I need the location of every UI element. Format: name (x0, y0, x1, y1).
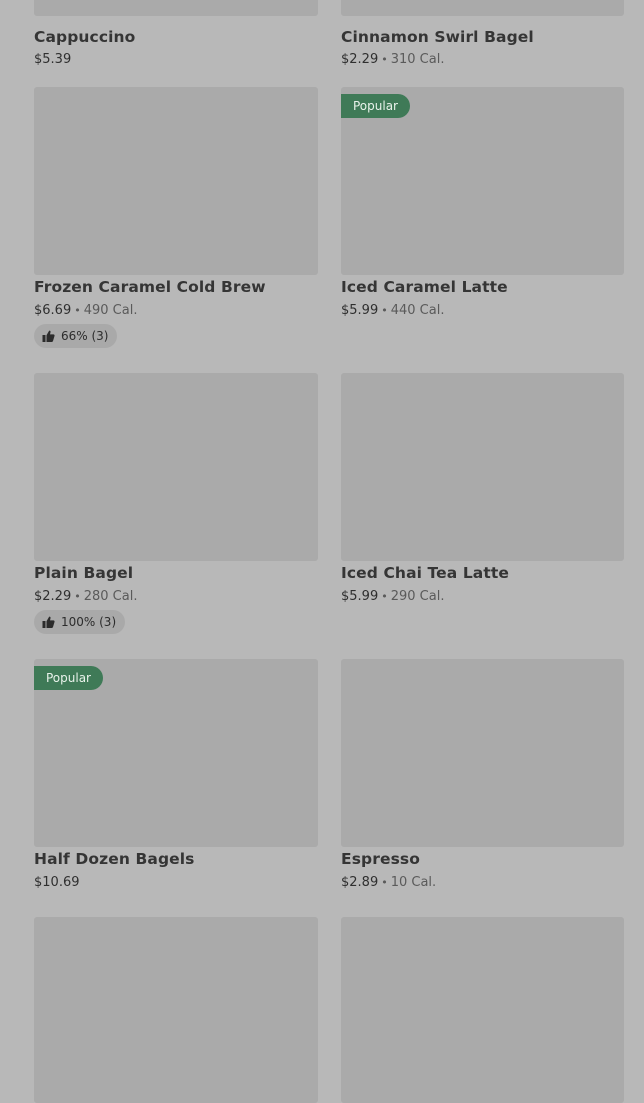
menu-grid: { "products": [ {"name": "Cappuccino", "… (0, 0, 644, 1103)
product-card[interactable] (341, 917, 624, 1103)
product-name[interactable]: Cinnamon Swirl Bagel (341, 28, 534, 46)
product-meta: $2.89 • 10 Cal. (341, 875, 436, 890)
meta-separator: • (381, 304, 388, 317)
rating-text: 66% (3) (61, 329, 109, 343)
product-card-iced-caramel-latte[interactable]: Popular Iced Caramel Latte $5.99 • 440 Cal… (341, 87, 624, 327)
rating-text: 100% (3) (61, 615, 117, 629)
product-calories: 440 Cal. (390, 303, 445, 318)
product-price: $2.29 (341, 52, 379, 67)
product-image[interactable] (341, 0, 624, 16)
product-card-half-dozen-bagels[interactable]: Popular Half Dozen Bagels $10.69 (34, 659, 318, 899)
product-card-iced-chai-tea-latte[interactable]: Iced Chai Tea Latte $5.99 • 290 Cal. (341, 373, 624, 613)
product-image[interactable] (34, 373, 318, 561)
product-meta: $5.99 • 290 Cal. (341, 589, 444, 604)
product-card-frozen-caramel-cold-brew[interactable]: Frozen Caramel Cold Brew $6.69 • 490 Cal. … (34, 87, 318, 349)
product-calories: 280 Cal. (83, 589, 138, 604)
product-card[interactable] (34, 917, 318, 1103)
product-calories: 310 Cal. (390, 52, 445, 67)
thumbs-up-icon (42, 330, 55, 342)
product-card-plain-bagel[interactable]: Plain Bagel $2.29 • 280 Cal. 100% (3) (34, 373, 318, 635)
product-calories: 290 Cal. (390, 589, 445, 604)
product-card-cinnamon-swirl-bagel[interactable]: Cinnamon Swirl Bagel $2.29 • 310 Cal. (341, 0, 624, 70)
product-price: $6.69 (34, 303, 72, 318)
rating-pill: 100% (3) (34, 610, 126, 634)
product-calories: 10 Cal. (390, 875, 437, 890)
product-name[interactable]: Espresso (341, 850, 420, 868)
meta-separator: • (381, 590, 388, 603)
product-meta: $2.29 • 310 Cal. (341, 52, 444, 67)
product-price: $5.99 (341, 589, 379, 604)
product-price: $5.39 (34, 52, 72, 67)
product-image[interactable] (34, 87, 318, 275)
product-image[interactable] (341, 917, 624, 1103)
product-card-cappuccino[interactable]: Cappuccino $5.39 (34, 0, 318, 70)
product-image[interactable] (341, 373, 624, 561)
meta-separator: • (381, 876, 388, 889)
product-name[interactable]: Iced Chai Tea Latte (341, 564, 509, 582)
product-name[interactable]: Iced Caramel Latte (341, 278, 508, 296)
product-meta: $2.29 • 280 Cal. (34, 589, 137, 604)
product-meta: $5.39 (34, 52, 71, 67)
product-meta: $10.69 (34, 875, 80, 890)
product-name[interactable]: Plain Bagel (34, 564, 133, 582)
product-meta: $6.69 • 490 Cal. (34, 303, 137, 318)
product-meta: $5.99 • 440 Cal. (341, 303, 444, 318)
rating-pill: 66% (3) (34, 324, 118, 348)
product-name[interactable]: Cappuccino (34, 28, 135, 46)
product-image[interactable] (34, 0, 318, 16)
product-image[interactable] (341, 659, 624, 847)
popular-badge: Popular (34, 666, 103, 690)
meta-separator: • (381, 53, 388, 66)
meta-separator: • (74, 304, 81, 317)
product-price: $2.29 (34, 589, 72, 604)
product-price: $10.69 (34, 875, 80, 890)
product-name[interactable]: Half Dozen Bagels (34, 850, 194, 868)
popular-badge: Popular (341, 94, 410, 118)
meta-separator: • (74, 590, 81, 603)
product-price: $2.89 (341, 875, 379, 890)
product-card-espresso[interactable]: Espresso $2.89 • 10 Cal. (341, 659, 624, 899)
thumbs-up-icon (42, 616, 55, 628)
product-name[interactable]: Frozen Caramel Cold Brew (34, 278, 266, 296)
product-price: $5.99 (341, 303, 379, 318)
product-image[interactable] (34, 917, 318, 1103)
product-calories: 490 Cal. (83, 303, 138, 318)
